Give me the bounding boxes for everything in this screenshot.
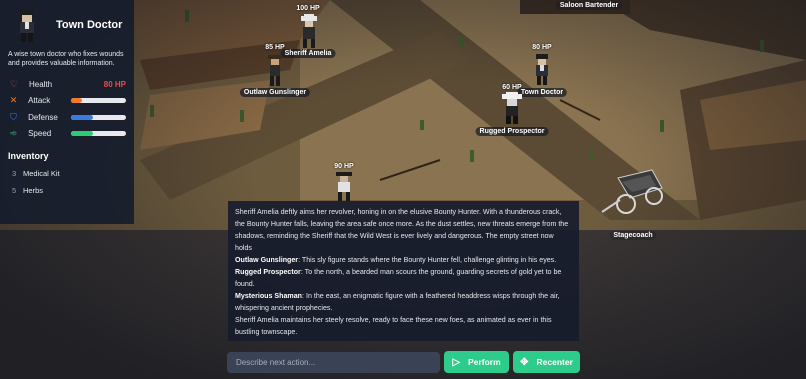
play-icon: ▷ xyxy=(452,356,461,368)
narration-log: Sheriff Amelia deftly aims her revolver,… xyxy=(228,201,579,341)
recenter-label: Recenter xyxy=(536,357,573,367)
character-panel: Town Doctor A wise town doctor who fixes… xyxy=(0,0,134,224)
speed-bar xyxy=(70,131,126,137)
stat-speed-label: Speed xyxy=(28,129,52,139)
narration-entry-name: Mysterious Shaman xyxy=(235,292,303,300)
bounty-hp: 90 HP xyxy=(334,163,354,170)
sheriff-label: Sheriff Amelia xyxy=(280,49,336,58)
stagecoach-label: Stagecoach xyxy=(609,231,657,240)
gunslinger-hp: 85 HP xyxy=(265,44,285,51)
speed-bar-fill xyxy=(70,131,93,137)
action-input[interactable] xyxy=(227,352,440,373)
attack-bar-fill xyxy=(70,98,82,104)
character-name: Town Doctor xyxy=(56,19,123,31)
inventory-item[interactable]: 5 Herbs xyxy=(8,186,126,195)
prospector-hp: 60 HP xyxy=(502,84,522,91)
doctor-avatar xyxy=(20,9,34,42)
move-arrows-icon: ✥ xyxy=(520,356,529,368)
running-icon: ➾ xyxy=(9,128,18,139)
narration-intro: Sheriff Amelia deftly aims her revolver,… xyxy=(235,208,569,252)
stat-attack: ✕ Attack xyxy=(8,93,126,110)
stat-health-value: 80 HP xyxy=(103,79,126,89)
inventory-item-name: Medical Kit xyxy=(23,169,60,178)
narration-outro: Sheriff Amelia maintains her steely reso… xyxy=(235,316,552,336)
stagecoach-sprite[interactable] xyxy=(600,168,666,224)
stat-defense: ⛉ Defense xyxy=(8,109,126,126)
gunslinger-sprite[interactable] xyxy=(266,54,284,86)
inventory-item-name: Herbs xyxy=(23,186,44,195)
inventory-item-qty: 3 xyxy=(12,169,17,178)
stat-health-label: Health xyxy=(29,79,53,89)
perform-button[interactable]: ▷ Perform xyxy=(444,351,509,373)
defense-bar xyxy=(70,114,126,120)
stat-defense-label: Defense xyxy=(28,112,58,122)
defense-bar-fill xyxy=(70,114,93,120)
prospector-sprite[interactable] xyxy=(501,92,523,124)
prospector-label: Rugged Prospector xyxy=(475,127,549,136)
narration-entry: Rugged Prospector: To the north, a beard… xyxy=(235,266,572,290)
shield-icon: ⛉ xyxy=(10,111,17,122)
recenter-button[interactable]: ✥ Recenter xyxy=(513,351,580,373)
inventory-title: Inventory xyxy=(8,151,49,161)
narration-entry-text: : This sly figure stands where the Bount… xyxy=(298,256,557,264)
stat-health: ♡ Health 80 HP xyxy=(8,76,126,93)
attack-bar xyxy=(70,98,126,104)
bartender-label[interactable]: Saloon Bartender xyxy=(555,1,623,10)
narration-entry-name: Rugged Prospector xyxy=(235,268,301,276)
bounty-sprite[interactable] xyxy=(334,171,354,201)
character-description: A wise town doctor who fixes wounds and … xyxy=(8,51,124,67)
doctor-hp: 80 HP xyxy=(532,44,552,51)
perform-label: Perform xyxy=(468,357,501,367)
doctor-sprite[interactable] xyxy=(533,53,551,85)
narration-entry-name: Outlaw Gunslinger xyxy=(235,256,299,264)
inventory-item-qty: 5 xyxy=(12,186,17,195)
doctor-label: Town Doctor xyxy=(516,88,568,97)
stat-speed: ➾ Speed xyxy=(8,126,126,143)
stat-attack-label: Attack xyxy=(28,96,51,106)
gunslinger-label: Outlaw Gunslinger xyxy=(239,88,311,97)
sheriff-hp: 100 HP xyxy=(296,5,320,12)
heart-icon: ♡ xyxy=(9,78,19,89)
narration-entry: Mysterious Shaman: In the east, an enigm… xyxy=(235,290,572,314)
sheriff-sprite[interactable] xyxy=(298,14,320,48)
crossed-swords-icon: ✕ xyxy=(9,95,18,106)
inventory-item[interactable]: 3 Medical Kit xyxy=(8,169,126,178)
narration-entry: Outlaw Gunslinger: This sly figure stand… xyxy=(235,254,572,266)
